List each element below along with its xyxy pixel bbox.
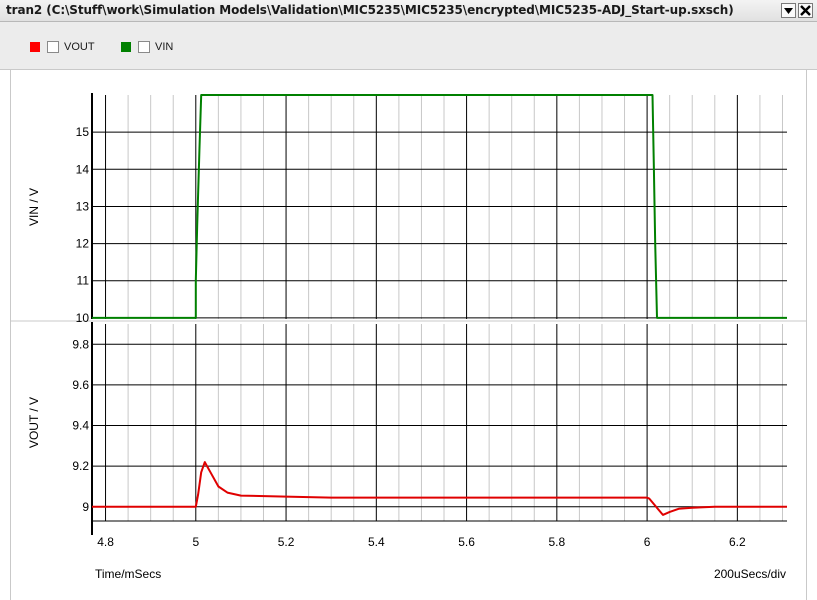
ytick-label: 14 — [76, 162, 90, 176]
ytick-label: 13 — [76, 199, 90, 213]
ytick-label: 9.2 — [72, 459, 89, 473]
x-axis-label: Time/mSecs — [95, 567, 161, 581]
ytick-label: 9.6 — [72, 378, 89, 392]
chart-svg: 10 11 12 13 14 15 VIN / V 9 9.2 9.4 9.6 9.8 VOUT / V… — [10, 93, 807, 581]
ytick-label: 9.4 — [72, 419, 89, 433]
xtick-label: 5.2 — [278, 535, 295, 549]
y-axis-label: VOUT / V — [27, 397, 41, 448]
xtick-label: 5.4 — [368, 535, 385, 549]
ytick-label: 9.8 — [72, 337, 89, 351]
x-division-label: 200uSecs/div — [714, 567, 786, 581]
ytick-label: 11 — [77, 274, 90, 288]
xtick-label: 6.2 — [729, 535, 746, 549]
ytick-label: 15 — [76, 125, 90, 139]
ytick-label: 10 — [76, 311, 90, 325]
xtick-label: 5 — [192, 535, 199, 549]
xtick-label: 6 — [644, 535, 651, 549]
ytick-label: 12 — [76, 237, 90, 251]
y-axis-label: VIN / V — [27, 188, 41, 226]
xtick-label: 4.8 — [97, 535, 114, 549]
xtick-label: 5.8 — [548, 535, 565, 549]
xtick-label: 5.6 — [458, 535, 475, 549]
ytick-label: 9 — [82, 500, 89, 514]
